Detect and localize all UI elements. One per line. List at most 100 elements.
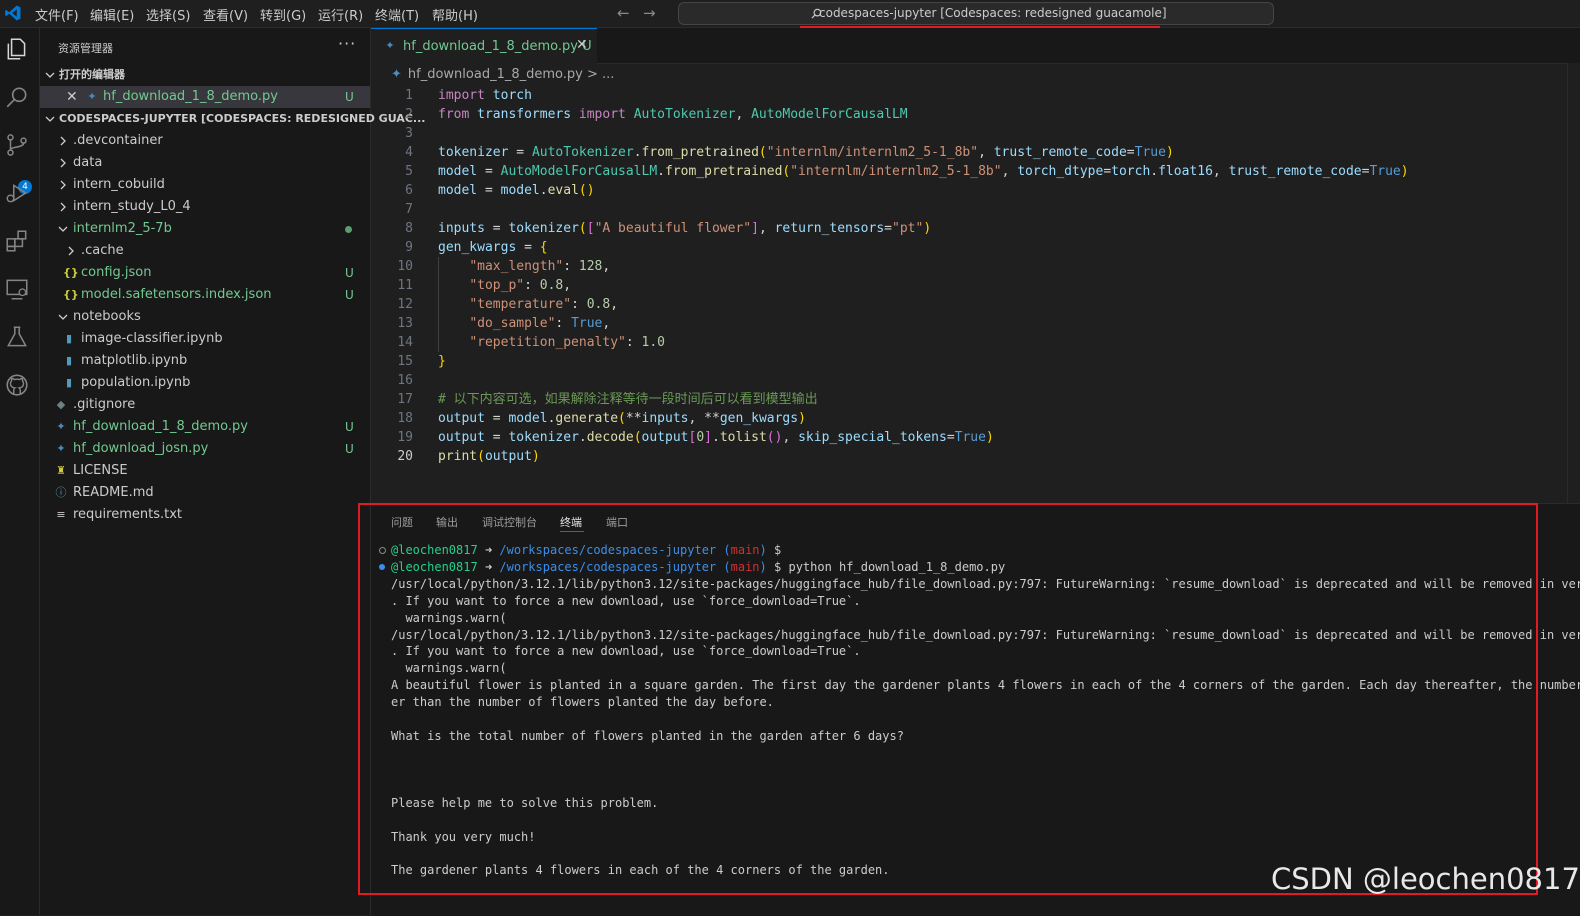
code-line[interactable]: 12 "temperature": 0.8,: [371, 295, 1571, 314]
remote-explorer-icon[interactable]: [4, 276, 34, 306]
code-text: tokenizer = AutoTokenizer.from_pretraine…: [438, 145, 1174, 160]
source-control-icon[interactable]: [4, 132, 34, 162]
line-number: 2: [405, 107, 413, 122]
tree-file-gitignore[interactable]: ◆ .gitignore: [40, 394, 370, 416]
tree-file-hf-download-josn[interactable]: ✦ hf_download_josn.py U: [40, 438, 370, 460]
tree-file-hf-download-demo[interactable]: ✦ hf_download_1_8_demo.py U: [40, 416, 370, 438]
tree-file-safetensors-index[interactable]: {} model.safetensors.index.json U: [40, 284, 370, 306]
menu-terminal[interactable]: 终端(T): [375, 5, 419, 24]
tree-folder-cache[interactable]: .cache: [40, 240, 370, 262]
tree-file-matplotlib[interactable]: ▮ matplotlib.ipynb: [40, 350, 370, 372]
code-line[interactable]: 19 output = tokenizer.decode(output[0].to…: [371, 428, 1571, 447]
tree-item-label: hf_download_1_8_demo.py: [73, 419, 248, 434]
code-line[interactable]: 8 inputs = tokenizer(["A beautiful flower…: [371, 219, 1571, 238]
chevron-right-icon: [60, 202, 66, 212]
workspace-section[interactable]: CODESPACES-JUPYTER [CODESPACES: REDESIGN…: [40, 108, 425, 130]
forward-arrow-icon[interactable]: →: [643, 4, 656, 22]
notebook-file-icon: ▮: [65, 332, 73, 345]
line-number: 18: [397, 411, 413, 426]
tree-item-label: data: [73, 155, 103, 170]
tree-item-label: hf_download_josn.py: [73, 441, 209, 456]
menu-view[interactable]: 查看(V): [203, 5, 248, 24]
line-number: 6: [405, 183, 413, 198]
code-line[interactable]: 13 "do_sample": True,: [371, 314, 1571, 333]
code-line[interactable]: 3: [371, 124, 1571, 143]
code-line[interactable]: 11 "top_p": 0.8,: [371, 276, 1571, 295]
code-text: "top_p": 0.8,: [469, 278, 572, 293]
gitignore-file-icon: ◆: [56, 398, 66, 411]
open-editor-item[interactable]: ✕ ✦ hf_download_1_8_demo.py U: [40, 86, 370, 108]
code-line[interactable]: 7: [371, 200, 1571, 219]
code-line[interactable]: 17 # 以下内容可选，如果解除注释等待一段时间后可以看到模型输出: [371, 390, 1571, 409]
open-editors-section[interactable]: 打开的编辑器: [40, 64, 370, 86]
breadcrumb[interactable]: ✦ hf_download_1_8_demo.py > ...: [391, 67, 614, 82]
chevron-right-icon: [60, 158, 66, 168]
close-icon[interactable]: ✕: [66, 86, 78, 108]
search-icon[interactable]: [4, 84, 34, 114]
code-line[interactable]: 2 from transformers import AutoTokenizer,…: [371, 105, 1571, 124]
testing-flask-icon[interactable]: [4, 324, 34, 354]
watermark: CSDN @leochen0817: [1271, 862, 1580, 896]
tree-item-label: intern_cobuild: [73, 177, 165, 192]
editor-tab-active[interactable]: ✦ hf_download_1_8_demo.py U ✕: [371, 28, 597, 64]
code-line[interactable]: 16: [371, 371, 1571, 390]
code-text: # 以下内容可选，如果解除注释等待一段时间后可以看到模型输出: [438, 392, 818, 407]
code-line[interactable]: 1 import torch: [371, 86, 1571, 105]
code-text: model = AutoModelForCausalLM.from_pretra…: [438, 164, 1409, 179]
code-line[interactable]: 15}: [371, 352, 1571, 371]
command-center-label: codespaces-jupyter [Codespaces: redesign…: [819, 6, 1167, 20]
code-line[interactable]: 10 "max_length": 128,: [371, 257, 1571, 276]
json-file-icon: {}: [63, 266, 79, 279]
tree-file-readme[interactable]: ⓘ README.md: [40, 482, 370, 504]
back-arrow-icon[interactable]: ←: [617, 4, 630, 22]
python-file-icon: ✦: [56, 420, 66, 433]
tree-folder-internlm2[interactable]: internlm2_5-7b: [40, 218, 370, 240]
line-number: 14: [397, 335, 413, 350]
explorer-icon[interactable]: [4, 36, 34, 66]
menu-run[interactable]: 运行(R): [318, 5, 363, 24]
code-text: "repetition_penalty": 1.0: [469, 335, 665, 350]
menu-help[interactable]: 帮助(H): [432, 5, 478, 24]
tree-folder-notebooks[interactable]: notebooks: [40, 306, 370, 328]
git-status-badge: U: [345, 90, 354, 104]
menu-file[interactable]: 文件(F): [35, 5, 79, 24]
tree-file-requirements[interactable]: ≡ requirements.txt: [40, 504, 370, 526]
code-line[interactable]: 6 model = model.eval(): [371, 181, 1571, 200]
tree-folder-devcontainer[interactable]: .devcontainer: [40, 130, 370, 152]
tree-folder-intern-study[interactable]: intern_study_L0_4: [40, 196, 370, 218]
extensions-icon[interactable]: [4, 228, 34, 258]
line-number: 10: [397, 259, 413, 274]
python-file-icon: ✦: [385, 39, 395, 52]
menu-go[interactable]: 转到(G): [260, 5, 306, 24]
tab-label: hf_download_1_8_demo.py U: [403, 39, 592, 54]
python-file-icon: ✦: [87, 90, 97, 103]
tree-item-label: internlm2_5-7b: [73, 221, 172, 236]
tree-file-config-json[interactable]: {} config.json U: [40, 262, 370, 284]
code-line[interactable]: 18 output = model.generate(**inputs, **ge…: [371, 409, 1571, 428]
chevron-right-icon: [68, 246, 74, 256]
tree-item-label: notebooks: [73, 309, 141, 324]
run-debug-icon[interactable]: [4, 180, 34, 210]
open-editors-label: 打开的编辑器: [59, 68, 125, 81]
code-text: "max_length": 128,: [469, 259, 611, 274]
info-file-icon: ⓘ: [55, 486, 67, 499]
tab-close-icon[interactable]: ✕: [576, 37, 588, 53]
more-actions-icon[interactable]: ···: [338, 34, 356, 53]
line-number: 17: [397, 392, 413, 407]
line-number: 20: [397, 449, 413, 464]
tree-file-license[interactable]: ♜ LICENSE: [40, 460, 370, 482]
menu-selection[interactable]: 选择(S): [146, 5, 190, 24]
tree-file-population[interactable]: ▮ population.ipynb: [40, 372, 370, 394]
code-line[interactable]: 14 "repetition_penalty": 1.0: [371, 333, 1571, 352]
command-center[interactable]: codespaces-jupyter [Codespaces: redesign…: [678, 2, 1274, 25]
code-line[interactable]: 9 gen_kwargs = {: [371, 238, 1571, 257]
menu-edit[interactable]: 编辑(E): [90, 5, 134, 24]
code-line[interactable]: 20 print(output): [371, 447, 1571, 466]
tree-file-image-classifier[interactable]: ▮ image-classifier.ipynb: [40, 328, 370, 350]
tree-folder-data[interactable]: data: [40, 152, 370, 174]
github-icon[interactable]: [4, 372, 34, 402]
code-line[interactable]: 5 model = AutoModelForCausalLM.from_pretr…: [371, 162, 1571, 181]
code-line[interactable]: 4 tokenizer = AutoTokenizer.from_pretrain…: [371, 143, 1571, 162]
open-editor-name: hf_download_1_8_demo.py: [103, 89, 278, 104]
tree-folder-intern-cobuild[interactable]: intern_cobuild: [40, 174, 370, 196]
